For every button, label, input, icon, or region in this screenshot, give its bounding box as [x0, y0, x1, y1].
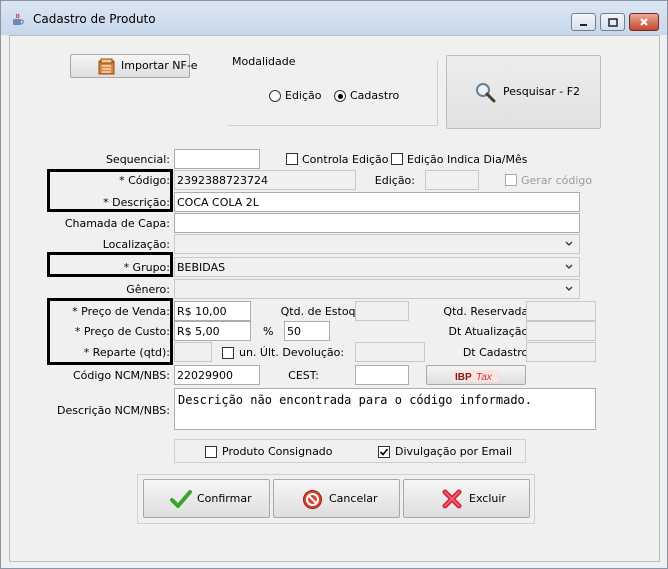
localizacao-label: Localização: — [102, 238, 170, 251]
consignado-checkbox[interactable] — [205, 446, 217, 458]
svg-text:IBP: IBP — [455, 372, 472, 382]
cancelar-label: Cancelar — [329, 492, 378, 505]
edicao-label: Edição: — [374, 174, 415, 187]
qtd-reservada-input[interactable] — [526, 301, 596, 321]
close-button[interactable] — [629, 13, 659, 31]
excluir-button[interactable]: Excluir — [403, 479, 530, 518]
form-area: Importar NF-e Modalidade Edição Cadastro… — [9, 35, 660, 562]
checkmark-icon — [379, 448, 389, 456]
grupo-value: BEBIDAS — [177, 261, 226, 274]
sequencial-label: Sequencial: — [105, 153, 170, 166]
svg-text:Tax: Tax — [476, 372, 493, 382]
title-bar: Cadastro de Produto — [1, 1, 667, 35]
minimize-button[interactable] — [571, 13, 596, 31]
radio-edicao-label: Edição — [285, 89, 322, 102]
highlight-codigo-descricao — [47, 169, 173, 212]
chamada-capa-label: Chamada de Capa: — [64, 217, 170, 230]
java-cup-icon — [13, 13, 24, 25]
descricao-input[interactable]: COCA COLA 2L — [174, 192, 580, 212]
chevron-down-icon — [565, 264, 573, 269]
search-icon — [476, 83, 496, 103]
cest-input[interactable] — [355, 365, 409, 385]
window-title: Cadastro de Produto — [33, 12, 156, 26]
reparte-input[interactable] — [174, 342, 212, 362]
gerar-codigo-checkbox[interactable] — [505, 174, 517, 186]
percent-input[interactable]: 50 — [284, 321, 330, 341]
highlight-grupo — [47, 252, 173, 277]
edicao-indica-label: Edição Indica Dia/Mês — [407, 153, 528, 166]
delete-icon — [442, 489, 462, 509]
sequencial-input[interactable] — [174, 149, 260, 169]
maximize-icon — [607, 17, 618, 27]
confirmar-button[interactable]: Confirmar — [143, 479, 270, 518]
ult-devolucao-label: un. Últ. Devolução: — [239, 346, 345, 359]
dt-atualizacao-label: Dt Atualização: — [448, 325, 533, 338]
cancelar-button[interactable]: Cancelar — [273, 479, 400, 518]
genero-select[interactable] — [174, 279, 580, 299]
search-button[interactable]: Pesquisar - F2 — [446, 55, 601, 129]
ibptax-button[interactable]: IBP Tax — [426, 365, 526, 385]
confirmar-label: Confirmar — [197, 492, 252, 505]
modalidade-group — [228, 61, 438, 126]
search-label: Pesquisar - F2 — [503, 85, 581, 98]
desc-ncm-textarea[interactable]: Descrição não encontrada para o código i… — [174, 388, 596, 430]
chevron-down-icon — [565, 241, 573, 246]
cancel-icon — [303, 490, 322, 509]
maximize-button[interactable] — [600, 13, 625, 31]
ult-devolucao-input[interactable] — [355, 342, 425, 362]
radio-cadastro[interactable] — [334, 90, 346, 102]
dt-cadastro-label: Dt Cadastro: — [462, 346, 532, 359]
radio-selected-dot — [338, 94, 343, 99]
import-nfe-label: Importar NF-e — [121, 59, 198, 72]
controla-edicao-checkbox[interactable] — [286, 153, 298, 165]
ibptax-logo-icon: IBP Tax — [453, 370, 499, 382]
ncm-label: Código NCM/NBS: — [72, 369, 170, 382]
edicao-indica-checkbox[interactable] — [391, 153, 403, 165]
close-icon — [640, 18, 648, 26]
grupo-select[interactable]: BEBIDAS — [174, 257, 580, 277]
localizacao-select[interactable] — [174, 234, 580, 254]
preco-custo-input[interactable]: R$ 5,00 — [174, 321, 251, 341]
product-window: Cadastro de Produto Importar NF-e Modali… — [0, 0, 668, 569]
radio-edicao[interactable] — [269, 90, 281, 102]
desc-ncm-label: Descrição NCM/NBS: — [57, 404, 170, 417]
genero-label: Gênero: — [126, 283, 170, 296]
edicao-input[interactable] — [425, 170, 479, 190]
qtd-estoque-input[interactable] — [355, 301, 409, 321]
consignado-label: Produto Consignado — [222, 445, 333, 458]
codigo-input[interactable]: 2392388723724 — [174, 170, 356, 190]
controla-edicao-label: Controla Edição — [302, 153, 389, 166]
dt-cadastro-input[interactable] — [526, 342, 596, 362]
cest-label: CEST: — [288, 369, 319, 382]
check-icon — [170, 490, 192, 508]
divulgacao-checkbox[interactable] — [378, 446, 390, 458]
divulgacao-label: Divulgação por Email — [395, 445, 513, 458]
chevron-down-icon — [565, 286, 573, 291]
gerar-codigo-label: Gerar código — [521, 174, 593, 187]
dt-atualizacao-input[interactable] — [526, 321, 596, 341]
chamada-capa-input[interactable] — [174, 213, 580, 233]
highlight-precos-reparte — [47, 298, 173, 365]
percent-label: % — [263, 325, 274, 338]
qtd-reservada-label: Qtd. Reservada: — [443, 305, 532, 318]
minimize-icon — [580, 23, 587, 26]
ult-devolucao-checkbox[interactable] — [222, 347, 234, 359]
import-nfe-icon — [98, 58, 115, 75]
ncm-input[interactable]: 22029900 — [174, 365, 260, 385]
preco-venda-input[interactable]: R$ 10,00 — [174, 301, 251, 321]
excluir-label: Excluir — [469, 492, 506, 505]
import-nfe-button[interactable]: Importar NF-e — [70, 54, 198, 78]
radio-cadastro-label: Cadastro — [350, 89, 400, 102]
